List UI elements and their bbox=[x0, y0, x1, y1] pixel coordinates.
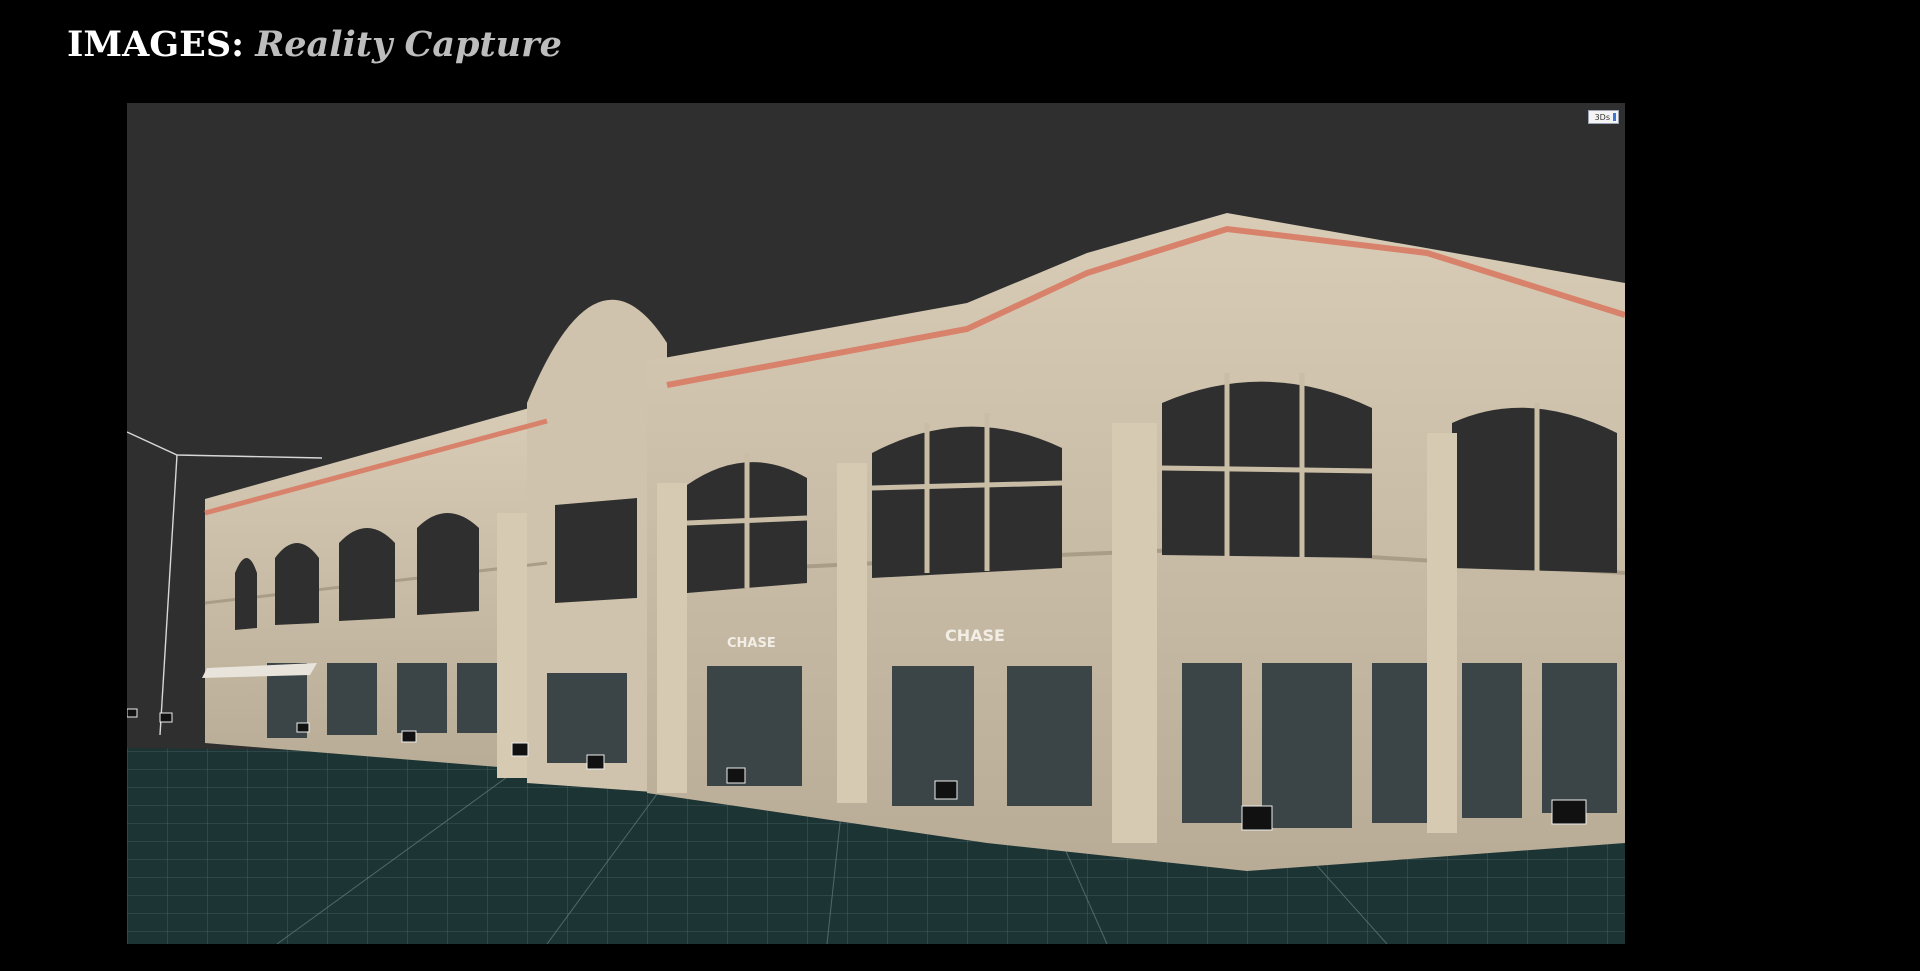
slide-title: IMAGES: Reality Capture bbox=[67, 22, 562, 68]
title-prefix: IMAGES: bbox=[67, 24, 245, 65]
point-cloud-scene[interactable]: CHASE CHASE bbox=[127, 103, 1625, 944]
sign-chase-left: CHASE bbox=[727, 636, 776, 651]
title-suffix: Reality Capture bbox=[255, 24, 562, 65]
sign-chase-right: CHASE bbox=[945, 626, 1005, 645]
slide: IMAGES: Reality Capture CHASE CHASE 3Ds bbox=[0, 0, 1920, 971]
view-mode-badge[interactable]: 3Ds bbox=[1587, 110, 1619, 124]
3d-viewport[interactable]: CHASE CHASE 3Ds bbox=[127, 103, 1625, 944]
